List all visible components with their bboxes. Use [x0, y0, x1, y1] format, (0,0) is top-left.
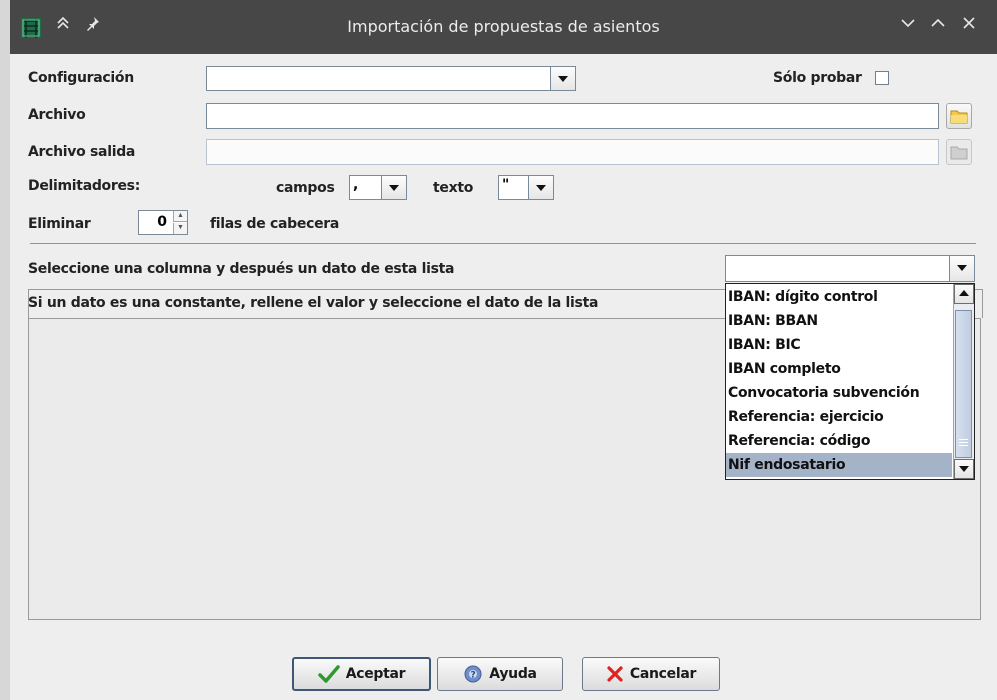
archivo-field[interactable]	[206, 103, 939, 129]
chevron-down-icon	[901, 19, 915, 28]
chevron-up-icon	[959, 290, 969, 296]
filas-cabecera-label: filas de cabecera	[210, 216, 340, 232]
separator	[30, 243, 976, 244]
folder-icon	[950, 146, 968, 160]
scroll-up-button[interactable]	[954, 284, 974, 304]
list-item[interactable]: Convocatoria subvención	[726, 381, 952, 405]
ayuda-label: Ayuda	[489, 666, 537, 682]
instruction-select-column: Seleccione una columna y después un dato…	[28, 261, 455, 277]
configuracion-dropdown-button[interactable]	[550, 67, 575, 90]
chevron-up-icon	[931, 18, 945, 27]
archivo-salida-field[interactable]	[206, 139, 939, 165]
campos-dropdown-button[interactable]	[381, 176, 406, 199]
campos-label: campos	[276, 180, 335, 196]
eliminar-label: Eliminar	[28, 216, 91, 232]
chevron-down-icon	[957, 265, 967, 271]
dropdown-scrollbar[interactable]	[953, 284, 974, 479]
close-button[interactable]	[958, 15, 980, 37]
browse-archivo-salida-button[interactable]	[946, 139, 972, 165]
title-bar: Importación de propuestas de asientos	[10, 0, 997, 54]
archivo-salida-label: Archivo salida	[28, 144, 136, 160]
chevron-down-icon	[558, 76, 568, 82]
aceptar-label: Aceptar	[345, 666, 406, 682]
solo-probar-checkbox[interactable]	[875, 71, 889, 85]
scroll-thumb[interactable]	[955, 310, 972, 458]
chevron-down-icon	[389, 185, 399, 191]
dato-dropdown-button[interactable]	[949, 256, 974, 281]
configuracion-label: Configuración	[28, 70, 134, 86]
background-window-edge	[0, 0, 10, 700]
texto-combo[interactable]: "	[498, 175, 554, 200]
maximize-button[interactable]	[927, 15, 949, 37]
aceptar-button[interactable]: Aceptar	[292, 657, 431, 691]
chevron-down-icon	[536, 185, 546, 191]
eliminar-spinner[interactable]: 0 ▲ ▼	[138, 210, 188, 235]
delimitadores-label: Delimitadores:	[28, 178, 141, 194]
cancelar-button[interactable]: Cancelar	[582, 657, 720, 691]
window-title: Importación de propuestas de asientos	[347, 17, 660, 36]
help-icon: ?	[464, 665, 482, 683]
minimize-button[interactable]	[897, 15, 919, 37]
ayuda-button[interactable]: ? Ayuda	[437, 657, 563, 691]
configuracion-combo[interactable]	[206, 66, 576, 91]
dato-combo[interactable]	[725, 255, 975, 282]
dato-dropdown-list[interactable]: IBAN: dígito control IBAN: BBAN IBAN: BI…	[725, 283, 975, 480]
chevron-down-icon	[959, 466, 969, 472]
close-icon	[963, 17, 975, 29]
archivo-label: Archivo	[28, 107, 86, 123]
scroll-down-button[interactable]	[954, 459, 974, 479]
list-item-selected[interactable]: Nif endosatario	[726, 453, 952, 477]
list-item[interactable]: Referencia: ejercicio	[726, 405, 952, 429]
folder-icon	[950, 110, 968, 124]
campos-combo[interactable]: ,	[349, 175, 407, 200]
list-item[interactable]: IBAN completo	[726, 357, 952, 381]
list-item[interactable]: Referencia: código	[726, 429, 952, 453]
spinner-down-button[interactable]: ▼	[173, 223, 187, 234]
close-icon	[607, 666, 623, 682]
texto-label: texto	[433, 180, 474, 196]
svg-text:?: ?	[471, 671, 476, 681]
list-item[interactable]: IBAN: dígito control	[726, 285, 952, 309]
import-dialog: Importación de propuestas de asientos Co…	[10, 0, 997, 700]
texto-value: "	[502, 177, 510, 193]
checkmark-icon	[317, 665, 340, 683]
browse-archivo-button[interactable]	[946, 103, 972, 129]
eliminar-value: 0	[157, 214, 167, 230]
cancelar-label: Cancelar	[629, 666, 697, 682]
solo-probar-label: Sólo probar	[773, 70, 862, 86]
texto-dropdown-button[interactable]	[528, 176, 553, 199]
campos-value: ,	[353, 177, 359, 193]
list-item[interactable]: IBAN: BIC	[726, 333, 952, 357]
list-item[interactable]: IBAN: BBAN	[726, 309, 952, 333]
spinner-up-button[interactable]: ▲	[173, 211, 187, 222]
